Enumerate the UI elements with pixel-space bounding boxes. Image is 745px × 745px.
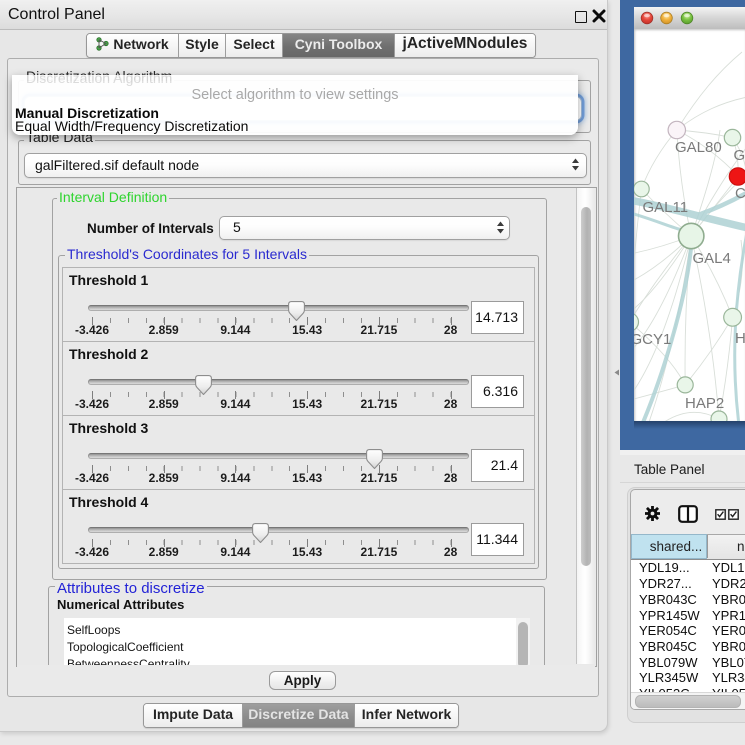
svg-text:C: C <box>735 185 745 202</box>
svg-text:GA: GA <box>734 147 745 164</box>
svg-text:GAL80: GAL80 <box>675 139 722 156</box>
svg-text:GAL4: GAL4 <box>693 250 731 267</box>
svg-text:GCY1: GCY1 <box>634 331 671 348</box>
svg-text:HAP2: HAP2 <box>685 395 724 412</box>
svg-text:GAL11: GAL11 <box>643 199 689 216</box>
svg-text:H: H <box>735 330 745 347</box>
